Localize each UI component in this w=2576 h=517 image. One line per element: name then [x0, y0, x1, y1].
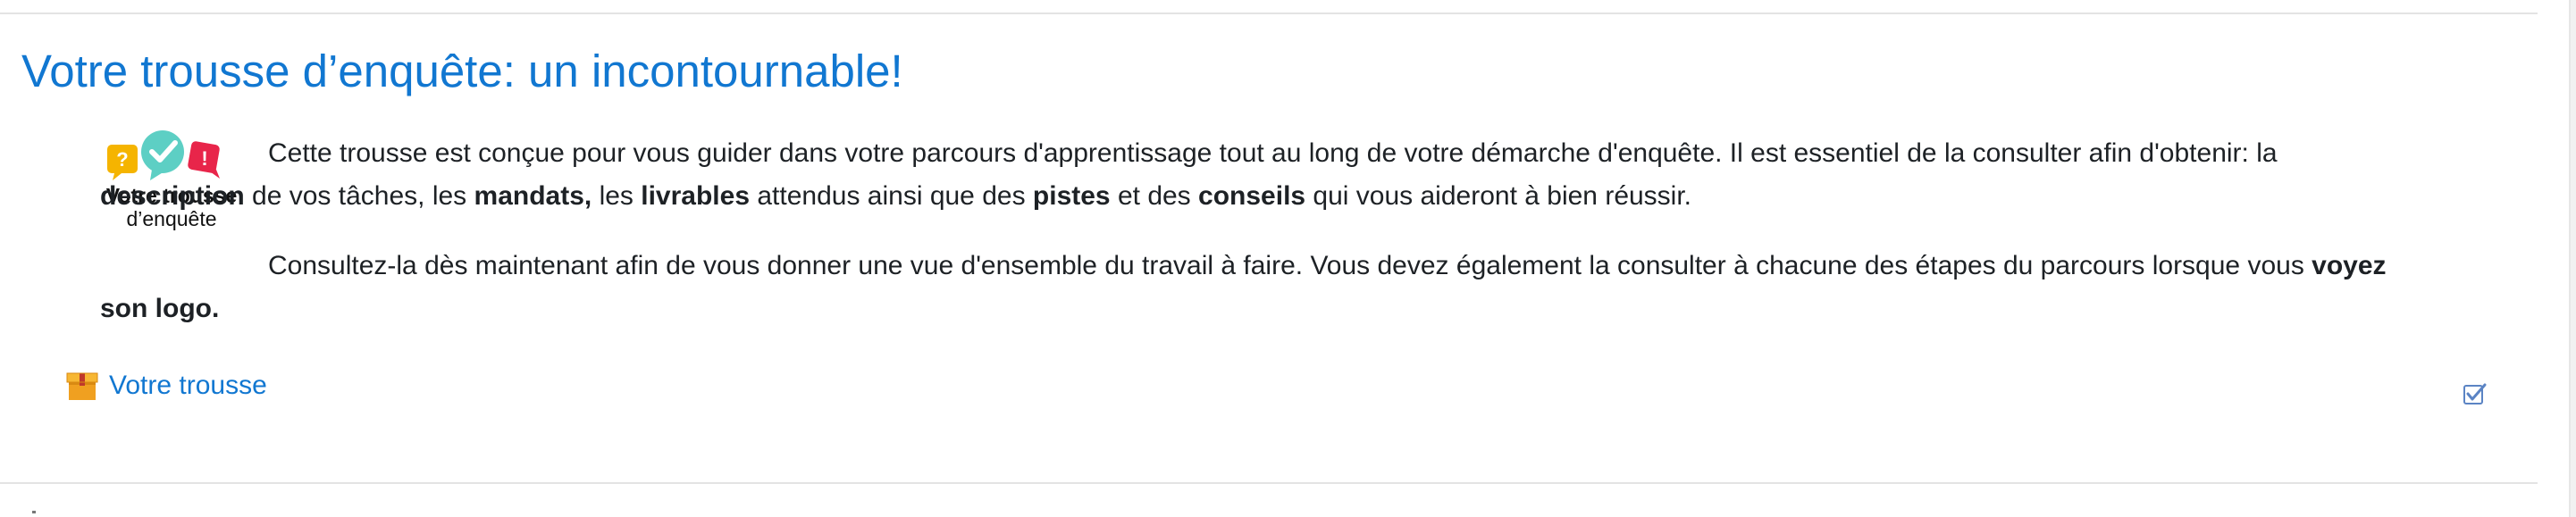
next-section-marker — [32, 511, 36, 513]
description-text: attendus ainsi que des — [750, 181, 1033, 211]
description-text: Cette trousse est conçue pour vous guide… — [268, 138, 2278, 168]
description-emphasis: description — [100, 181, 245, 211]
activity-votre-trousse[interactable]: Votre trousse — [64, 368, 267, 404]
package-icon — [66, 372, 98, 400]
description-p2-text: Consultez-la dès maintenant afin de vous… — [268, 251, 2312, 280]
description-emphasis: livrables — [641, 181, 751, 211]
description-emphasis: mandats, — [474, 181, 592, 211]
section-title: Votre trousse d’enquête: un incontournab… — [21, 46, 903, 96]
section-divider-top — [0, 13, 2538, 14]
description-text: et des — [1110, 181, 1199, 211]
description-emphasis: pistes — [1032, 181, 1111, 211]
description-paragraph-1: Cette trousse est conçue pour vous guide… — [100, 132, 2405, 218]
description-text: qui vous aideront à bien réussir. — [1305, 181, 1692, 211]
description-paragraph-2: Consultez-la dès maintenant afin de vous… — [100, 245, 2405, 330]
section-divider-bottom — [0, 482, 2538, 484]
activity-link-votre-trousse[interactable]: Votre trousse — [109, 368, 267, 404]
description-text: de vos tâches, les — [244, 181, 474, 211]
checkbox-checked-icon[interactable] — [2463, 382, 2488, 407]
page-scrollbar[interactable] — [2569, 0, 2576, 517]
description-emphasis: conseils — [1198, 181, 1306, 211]
section-description: Cette trousse est conçue pour vous guide… — [100, 132, 2405, 330]
description-text: les — [592, 181, 642, 211]
